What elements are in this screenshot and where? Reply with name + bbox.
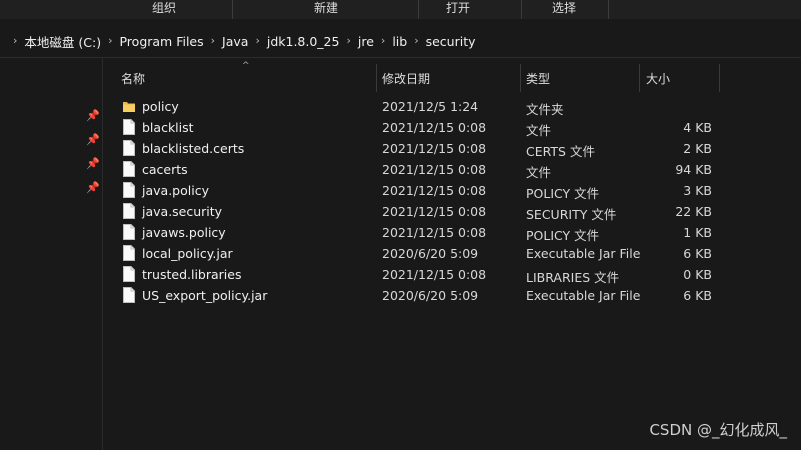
ribbon-group-open[interactable]: 打开 (412, 0, 504, 19)
file-type: 文件 (526, 120, 551, 139)
file-name: policy (142, 99, 179, 114)
chevron-right-icon[interactable]: › (108, 34, 112, 47)
file-type: Executable Jar File (526, 246, 640, 261)
file-icon (123, 203, 135, 219)
column-resize-handle[interactable] (719, 64, 720, 92)
file-type: LIBRARIES 文件 (526, 267, 619, 286)
file-type: SECURITY 文件 (526, 204, 616, 223)
chevron-right-icon[interactable]: › (381, 34, 385, 47)
chevron-right-icon[interactable]: › (13, 34, 17, 47)
file-modified: 2020/6/20 5:09 (382, 246, 478, 261)
pin-icon[interactable]: 📌 (86, 134, 98, 146)
file-modified: 2021/12/15 0:08 (382, 204, 486, 219)
file-name: blacklist (142, 120, 194, 135)
table-row[interactable]: trusted.libraries 2021/12/15 0:08 LIBRAR… (103, 264, 801, 285)
table-row[interactable]: blacklist 2021/12/15 0:08 文件 4 KB (103, 117, 801, 138)
file-modified: 2021/12/15 0:08 (382, 141, 486, 156)
file-type: CERTS 文件 (526, 141, 595, 160)
ribbon-group-labels: 组织 新建 打开 选择 (0, 0, 801, 19)
table-row[interactable]: java.policy 2021/12/15 0:08 POLICY 文件 3 … (103, 180, 801, 201)
pin-icon[interactable]: 📌 (86, 182, 98, 194)
file-size: 1 KB (640, 225, 712, 240)
file-modified: 2021/12/15 0:08 (382, 183, 486, 198)
breadcrumb-item-program-files[interactable]: Program Files (119, 34, 203, 49)
file-size: 22 KB (640, 204, 712, 219)
chevron-right-icon[interactable]: › (346, 34, 350, 47)
file-size: 4 KB (640, 120, 712, 135)
file-list[interactable]: ^ 名称 修改日期 类型 大小 policy 2021/12/5 1:24 文件… (103, 58, 801, 450)
table-row[interactable]: javaws.policy 2021/12/15 0:08 POLICY 文件 … (103, 222, 801, 243)
file-size: 6 KB (640, 288, 712, 303)
ribbon-separator (608, 0, 609, 19)
column-header-name[interactable]: 名称 (121, 70, 145, 87)
column-resize-handle[interactable] (520, 64, 521, 92)
file-name: trusted.libraries (142, 267, 241, 282)
table-row[interactable]: cacerts 2021/12/15 0:08 文件 94 KB (103, 159, 801, 180)
file-modified: 2021/12/15 0:08 (382, 162, 486, 177)
file-name: US_export_policy.jar (142, 288, 267, 303)
table-row[interactable]: blacklisted.certs 2021/12/15 0:08 CERTS … (103, 138, 801, 159)
address-bar[interactable]: › 本地磁盘 (C:) › Program Files › Java › jdk… (0, 25, 801, 58)
column-resize-handle[interactable] (639, 64, 640, 92)
file-size: 94 KB (640, 162, 712, 177)
column-resize-handle[interactable] (376, 64, 377, 92)
file-name: javaws.policy (142, 225, 226, 240)
chevron-right-icon[interactable]: › (414, 34, 418, 47)
ribbon-separator (232, 0, 233, 19)
file-name: java.security (142, 204, 222, 219)
column-header-row: ^ 名称 修改日期 类型 大小 (103, 58, 801, 93)
file-icon (123, 182, 135, 198)
watermark: CSDN @_幻化成风_ (649, 419, 787, 440)
breadcrumb: › 本地磁盘 (C:) › Program Files › Java › jdk… (6, 25, 476, 57)
file-type: POLICY 文件 (526, 183, 599, 202)
file-modified: 2021/12/15 0:08 (382, 120, 486, 135)
pin-icon[interactable]: 📌 (86, 158, 98, 170)
breadcrumb-item-jre[interactable]: jre (358, 34, 374, 49)
file-name: cacerts (142, 162, 188, 177)
file-size: 0 KB (640, 267, 712, 282)
column-header-size[interactable]: 大小 (646, 70, 670, 87)
column-header-type[interactable]: 类型 (526, 70, 550, 87)
file-type: 文件夹 (526, 99, 564, 118)
file-modified: 2021/12/5 1:24 (382, 99, 478, 114)
file-icon (123, 287, 135, 303)
folder-icon (123, 98, 135, 114)
column-header-modified[interactable]: 修改日期 (382, 70, 430, 87)
file-type: POLICY 文件 (526, 225, 599, 244)
breadcrumb-item-java[interactable]: Java (222, 34, 248, 49)
file-icon (123, 266, 135, 282)
table-row[interactable]: java.security 2021/12/15 0:08 SECURITY 文… (103, 201, 801, 222)
file-icon (123, 224, 135, 240)
pin-icon[interactable]: 📌 (86, 110, 98, 122)
file-icon (123, 140, 135, 156)
file-type: Executable Jar File (526, 288, 640, 303)
table-row[interactable]: US_export_policy.jar 2020/6/20 5:09 Exec… (103, 285, 801, 306)
breadcrumb-item-jdk[interactable]: jdk1.8.0_25 (267, 34, 340, 49)
file-name: blacklisted.certs (142, 141, 244, 156)
table-row[interactable]: local_policy.jar 2020/6/20 5:09 Executab… (103, 243, 801, 264)
file-size: 2 KB (640, 141, 712, 156)
navigation-pane[interactable]: 📌 📌 📌 📌 (0, 58, 102, 450)
chevron-right-icon[interactable]: › (211, 34, 215, 47)
chevron-right-icon[interactable]: › (255, 34, 259, 47)
ribbon-group-select[interactable]: 选择 (518, 0, 610, 19)
file-modified: 2021/12/15 0:08 (382, 267, 486, 282)
sort-ascending-icon: ^ (242, 61, 250, 71)
ribbon-group-organize[interactable]: 组织 (118, 0, 210, 19)
file-type: 文件 (526, 162, 551, 181)
table-row[interactable]: policy 2021/12/5 1:24 文件夹 (103, 96, 801, 117)
file-modified: 2021/12/15 0:08 (382, 225, 486, 240)
breadcrumb-item-lib[interactable]: lib (392, 34, 407, 49)
file-name: java.policy (142, 183, 209, 198)
file-icon (123, 245, 135, 261)
file-icon (123, 119, 135, 135)
file-size: 6 KB (640, 246, 712, 261)
file-size: 3 KB (640, 183, 712, 198)
file-icon (123, 161, 135, 177)
file-name: local_policy.jar (142, 246, 233, 261)
file-modified: 2020/6/20 5:09 (382, 288, 478, 303)
breadcrumb-item-security[interactable]: security (426, 34, 476, 49)
breadcrumb-item-drive[interactable]: 本地磁盘 (C:) (24, 32, 101, 51)
ribbon-group-new[interactable]: 新建 (280, 0, 372, 19)
